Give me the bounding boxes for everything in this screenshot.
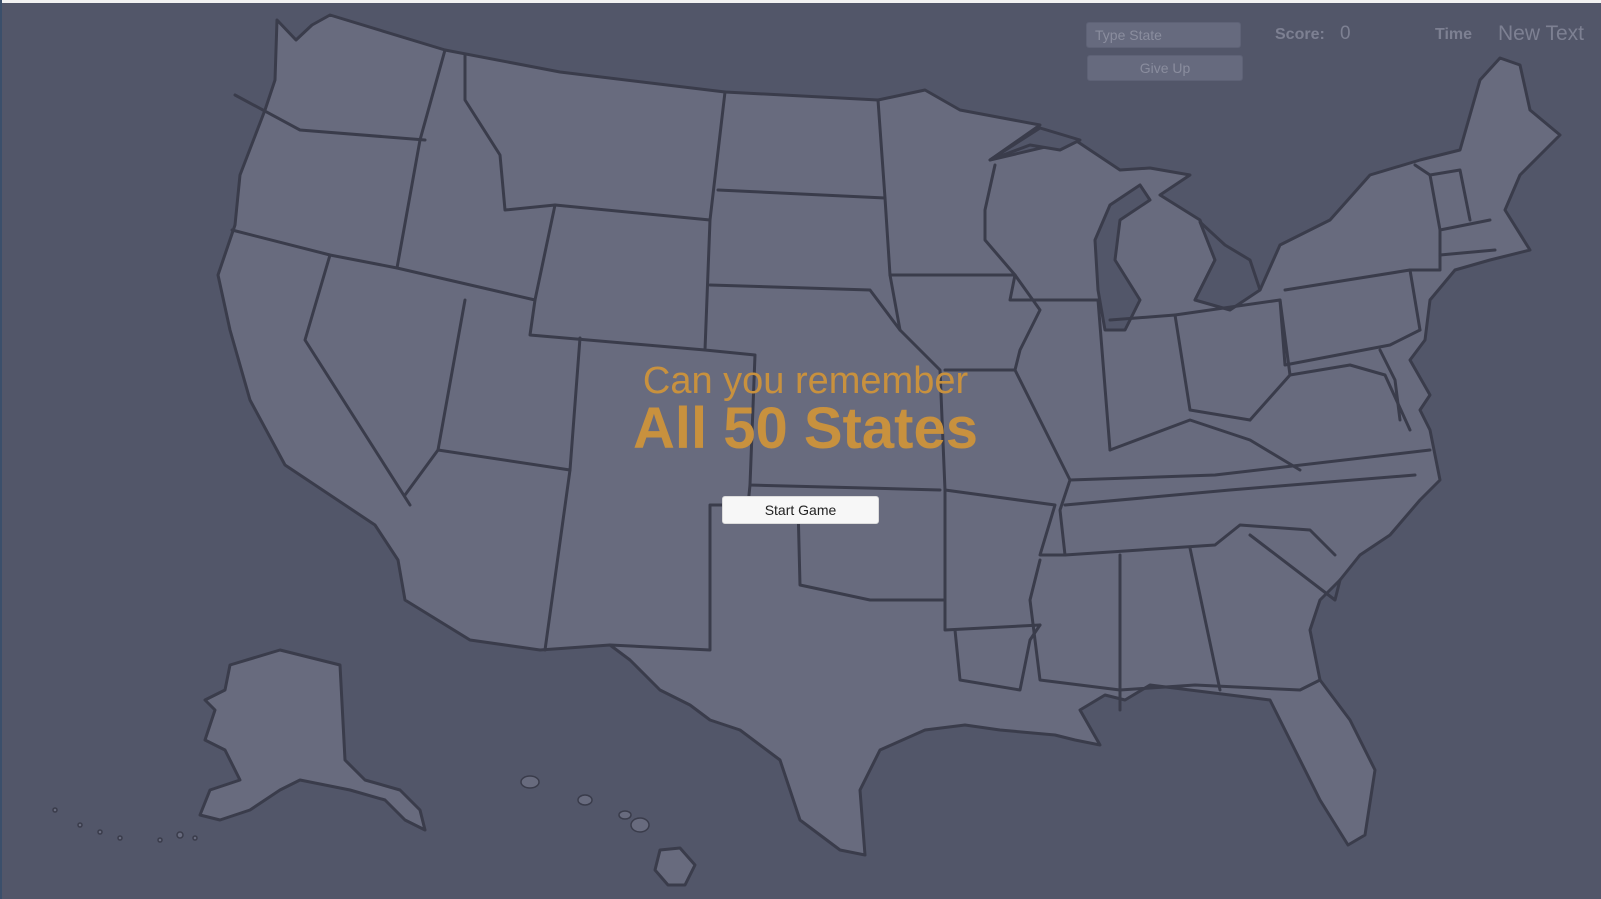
intro-title: All 50 States (633, 396, 978, 461)
alaska (198, 648, 427, 832)
score-value: 0 (1340, 23, 1351, 44)
score-label: Score: (1275, 26, 1325, 43)
hawaii (520, 775, 697, 887)
alaska-islands (52, 807, 198, 843)
time-label: Time (1435, 26, 1473, 43)
time-value: New Text (1498, 22, 1584, 45)
start-game-button[interactable]: Start Game (722, 496, 879, 524)
state-name-input[interactable] (1086, 22, 1241, 48)
give-up-button[interactable]: Give Up (1087, 55, 1243, 81)
